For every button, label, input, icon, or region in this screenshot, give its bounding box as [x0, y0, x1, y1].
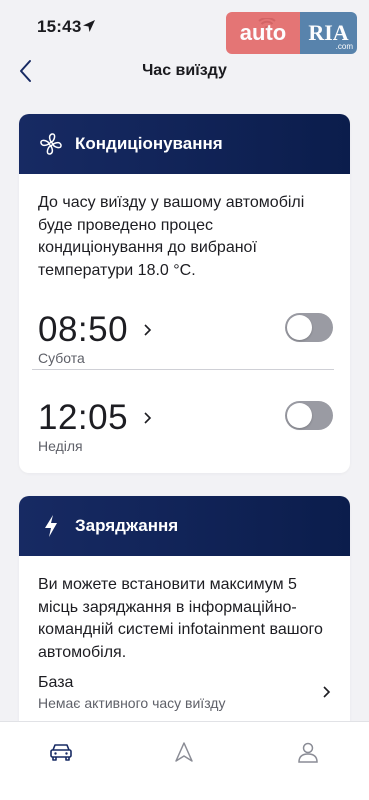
- timer-time[interactable]: 08:50: [38, 310, 128, 350]
- timer-day: Субота: [38, 350, 85, 366]
- navigation-arrow-icon: [175, 742, 193, 762]
- watermark-ria-block: RIA .com: [300, 12, 357, 54]
- charging-description: Ви можете встановити максимум 5 місць за…: [38, 576, 323, 661]
- car-icon: [50, 744, 72, 761]
- tab-navigation[interactable]: [164, 732, 204, 772]
- tab-profile[interactable]: [288, 732, 328, 772]
- climate-card-title: Кондиціонування: [75, 134, 223, 153]
- fan-icon: [39, 132, 63, 156]
- timer-1-toggle[interactable]: [285, 313, 333, 342]
- page-title: Час виїзду: [142, 62, 227, 79]
- departure-timer-2[interactable]: 12:05 Неділя: [19, 398, 350, 458]
- climate-card-header: Кондиціонування: [19, 114, 350, 174]
- charging-location-title: База: [38, 674, 74, 691]
- toggle-knob: [287, 315, 312, 340]
- charging-location-subtitle: Немає активного часу виїзду: [38, 695, 226, 711]
- watermark-suffix: .com: [335, 42, 353, 51]
- nav-bar: Час виїзду: [0, 56, 369, 88]
- climate-description: До часу виїзду у вашому автомобілі буде …: [38, 194, 305, 279]
- charging-card-header: Заряджання: [19, 496, 350, 556]
- person-icon: [298, 742, 318, 763]
- watermark-auto-text: auto: [226, 12, 300, 54]
- tab-bar: [0, 721, 369, 800]
- location-arrow-icon: [83, 20, 95, 32]
- auto-ria-watermark: auto RIA .com: [226, 12, 357, 54]
- timer-time[interactable]: 12:05: [38, 398, 128, 438]
- status-time: 15:43: [37, 17, 82, 36]
- charging-card: Заряджання Ви можете встановити максимум…: [19, 496, 350, 736]
- chevron-right-icon: [144, 324, 152, 336]
- timer-day: Неділя: [38, 438, 83, 454]
- timer-divider: [32, 369, 334, 370]
- timer-2-toggle[interactable]: [285, 401, 333, 430]
- chevron-right-icon: [323, 686, 331, 698]
- chevron-right-icon: [144, 412, 152, 424]
- tab-car[interactable]: [41, 732, 81, 772]
- toggle-knob: [287, 403, 312, 428]
- charging-location-row[interactable]: База Немає активного часу виїзду: [19, 674, 350, 714]
- climate-card: Кондиціонування До часу виїзду у вашому …: [19, 114, 350, 473]
- departure-timer-1[interactable]: 08:50 Субота: [19, 310, 350, 370]
- lightning-icon: [39, 514, 63, 538]
- charging-card-title: Заряджання: [75, 516, 179, 535]
